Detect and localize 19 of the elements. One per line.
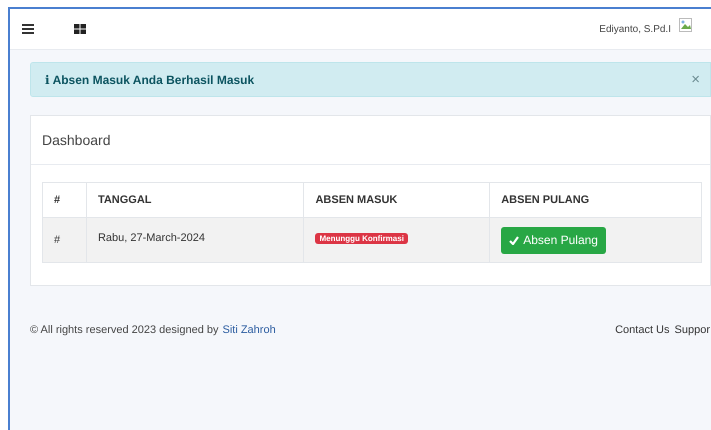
footer-link[interactable]: Contact Us: [615, 322, 670, 338]
copyright-text: © All rights reserved 2023 designed by: [30, 323, 218, 338]
footer-link[interactable]: Suppor: [674, 322, 710, 338]
status-badge: Menunggu Konfirmasi: [315, 232, 408, 244]
grid-icon[interactable]: [74, 24, 86, 34]
author-link[interactable]: Siti Zahroh: [222, 322, 276, 338]
column-header: #: [42, 182, 86, 218]
alert-message: Absen Masuk Anda Berhasil Masuk: [52, 72, 254, 88]
card-title: Dashboard: [42, 130, 110, 150]
column-header: TANGGAL: [86, 182, 304, 218]
info-icon: i: [45, 70, 50, 88]
column-header: ABSEN PULANG: [490, 182, 702, 218]
table-cell: #: [42, 218, 86, 262]
menu-icon[interactable]: [22, 24, 34, 34]
broken-image-icon[interactable]: [679, 18, 695, 34]
user-name[interactable]: Ediyanto, S.Pd.I: [599, 22, 671, 36]
table-cell: Rabu, 27-March-2024: [86, 218, 304, 262]
check-icon: [509, 236, 520, 244]
column-header: ABSEN MASUK: [304, 182, 490, 218]
